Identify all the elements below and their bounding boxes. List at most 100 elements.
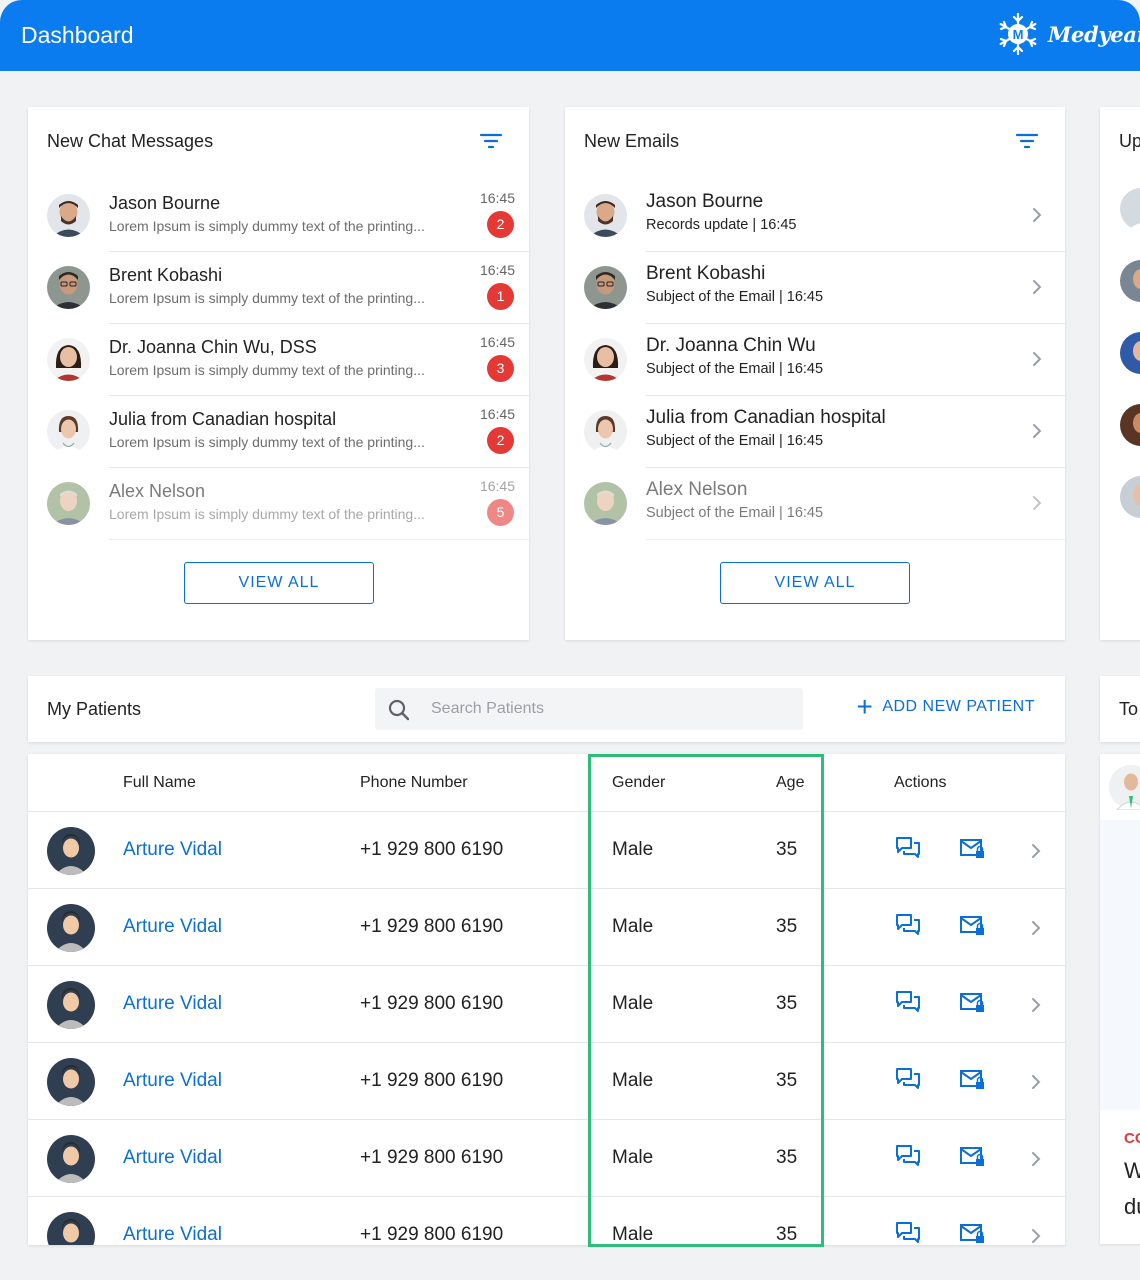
patients-table: Full Name Phone Number Gender Age Action… — [28, 754, 1065, 1245]
chat-icon[interactable] — [895, 1144, 921, 1168]
patient-name-link[interactable]: Arture Vidal — [123, 1224, 222, 1245]
patient-avatar — [47, 1135, 95, 1183]
chat-icon[interactable] — [895, 1221, 921, 1245]
chevron-right-icon[interactable] — [1030, 1073, 1042, 1091]
column-header-gender[interactable]: Gender — [612, 774, 665, 792]
add-new-patient-button[interactable]: + ADD NEW PATIENT — [856, 691, 1035, 722]
email-item[interactable]: Brent Kobashi Subject of the Email | 16:… — [565, 252, 1065, 324]
chevron-right-icon[interactable] — [1031, 278, 1043, 296]
patient-name-link[interactable]: Arture Vidal — [123, 1147, 222, 1169]
filter-icon[interactable] — [479, 132, 503, 150]
avatar — [47, 410, 90, 453]
search-icon — [388, 699, 410, 721]
column-header-phone[interactable]: Phone Number — [360, 774, 468, 792]
brand[interactable]: M Medyear — [996, 12, 1140, 56]
chevron-right-icon[interactable] — [1030, 1150, 1042, 1168]
table-row[interactable]: Arture Vidal +1 929 800 6190 Male 35 — [28, 1196, 1065, 1245]
column-header-age[interactable]: Age — [776, 774, 804, 792]
divider — [109, 539, 529, 540]
patient-phone: +1 929 800 6190 — [360, 839, 504, 860]
patient-phone: +1 929 800 6190 — [360, 1070, 504, 1091]
upcoming-card-title: Up — [1119, 131, 1140, 151]
app-frame: Dashboard M Medyear New Chat Messages Ja… — [0, 0, 1140, 1280]
chat-item[interactable]: Julia from Canadian hospital Lorem Ipsum… — [28, 396, 529, 468]
email-subject: Records update | 16:45 — [646, 217, 797, 233]
search-box[interactable] — [375, 688, 803, 730]
chevron-right-icon[interactable] — [1031, 494, 1043, 512]
secure-mail-icon[interactable] — [959, 1144, 985, 1168]
chat-card-title: New Chat Messages — [47, 131, 214, 151]
table-row[interactable]: Arture Vidal +1 929 800 6190 Male 35 — [28, 965, 1065, 1042]
avatar — [47, 482, 90, 525]
upcoming-card: Up — [1100, 107, 1140, 640]
secure-mail-icon[interactable] — [959, 913, 985, 937]
table-row[interactable]: Arture Vidal +1 929 800 6190 Male 35 — [28, 811, 1065, 888]
brand-name: Medyear — [1048, 21, 1140, 47]
column-header-actions: Actions — [894, 774, 947, 791]
todo-card: CO W du — [1100, 754, 1140, 1244]
chat-icon[interactable] — [895, 913, 921, 937]
chat-time: 16:45 — [479, 334, 515, 350]
chat-item[interactable]: Brent Kobashi Lorem Ipsum is simply dumm… — [28, 252, 529, 324]
table-row[interactable]: Arture Vidal +1 929 800 6190 Male 35 — [28, 888, 1065, 965]
page-title: Dashboard — [21, 22, 134, 48]
chat-view-all-button[interactable]: VIEW ALL — [184, 562, 374, 604]
column-header-full-name[interactable]: Full Name — [123, 774, 196, 792]
chevron-right-icon[interactable] — [1030, 996, 1042, 1014]
chat-item[interactable]: Jason Bourne Lorem Ipsum is simply dummy… — [28, 180, 529, 252]
emails-view-all-button[interactable]: VIEW ALL — [720, 562, 910, 604]
top-bar: Dashboard M Medyear — [0, 0, 1140, 71]
brand-logo-letter: M — [1013, 27, 1024, 42]
chevron-right-icon[interactable] — [1030, 919, 1042, 937]
patient-gender: Male — [612, 993, 654, 1014]
secure-mail-icon[interactable] — [959, 990, 985, 1014]
patient-gender: Male — [612, 839, 654, 860]
plus-icon: + — [856, 691, 874, 722]
patient-age: 35 — [776, 1147, 798, 1168]
patient-gender: Male — [612, 916, 654, 937]
todo-card-header: To — [1100, 676, 1140, 742]
chat-icon[interactable] — [895, 990, 921, 1014]
secure-mail-icon[interactable] — [959, 1221, 985, 1245]
emails-card-title: New Emails — [584, 131, 680, 151]
chat-time: 16:45 — [479, 406, 515, 422]
filter-icon[interactable] — [1015, 132, 1039, 150]
email-item[interactable]: Alex Nelson Subject of the Email | 16:45 — [565, 468, 1065, 540]
email-item[interactable]: Julia from Canadian hospital Subject of … — [565, 396, 1065, 468]
chevron-right-icon[interactable] — [1030, 1227, 1042, 1245]
email-item[interactable]: Jason Bourne Records update | 16:45 — [565, 180, 1065, 252]
unread-badge: 5 — [487, 499, 514, 526]
table-row[interactable]: Arture Vidal +1 929 800 6190 Male 35 — [28, 1042, 1065, 1119]
patient-phone: +1 929 800 6190 — [360, 916, 504, 937]
todo-card-title: To — [1119, 699, 1139, 719]
chat-item[interactable]: Dr. Joanna Chin Wu, DSS Lorem Ipsum is s… — [28, 324, 529, 396]
avatar — [47, 194, 90, 237]
chevron-right-icon[interactable] — [1031, 422, 1043, 440]
chat-icon[interactable] — [895, 836, 921, 860]
secure-mail-icon[interactable] — [959, 1067, 985, 1091]
email-subject: Subject of the Email | 16:45 — [646, 505, 824, 521]
secure-mail-icon[interactable] — [959, 836, 985, 860]
patient-gender: Male — [612, 1147, 654, 1168]
chat-preview: Lorem Ipsum is simply dummy text of the … — [109, 506, 425, 522]
patient-name-link[interactable]: Arture Vidal — [123, 993, 222, 1015]
todo-image-area — [1100, 820, 1140, 1110]
todo-text-line1: W — [1124, 1158, 1140, 1183]
patient-name-link[interactable]: Arture Vidal — [123, 839, 222, 861]
chevron-right-icon[interactable] — [1031, 350, 1043, 368]
chat-item[interactable]: Alex Nelson Lorem Ipsum is simply dummy … — [28, 468, 529, 540]
patient-name-link[interactable]: Arture Vidal — [123, 916, 222, 938]
table-row[interactable]: Arture Vidal +1 929 800 6190 Male 35 — [28, 1119, 1065, 1196]
patient-name-link[interactable]: Arture Vidal — [123, 1070, 222, 1092]
add-new-patient-label: ADD NEW PATIENT — [882, 698, 1035, 715]
email-item[interactable]: Dr. Joanna Chin Wu Subject of the Email … — [565, 324, 1065, 396]
patient-age: 35 — [776, 993, 798, 1014]
chat-icon[interactable] — [895, 1067, 921, 1091]
unread-badge: 2 — [487, 427, 514, 454]
chevron-right-icon[interactable] — [1030, 842, 1042, 860]
email-sender-name: Alex Nelson — [646, 479, 748, 500]
search-input[interactable] — [431, 688, 791, 730]
chevron-right-icon[interactable] — [1031, 206, 1043, 224]
chat-sender-name: Julia from Canadian hospital — [109, 409, 337, 429]
todo-text-line2: du — [1124, 1194, 1140, 1219]
